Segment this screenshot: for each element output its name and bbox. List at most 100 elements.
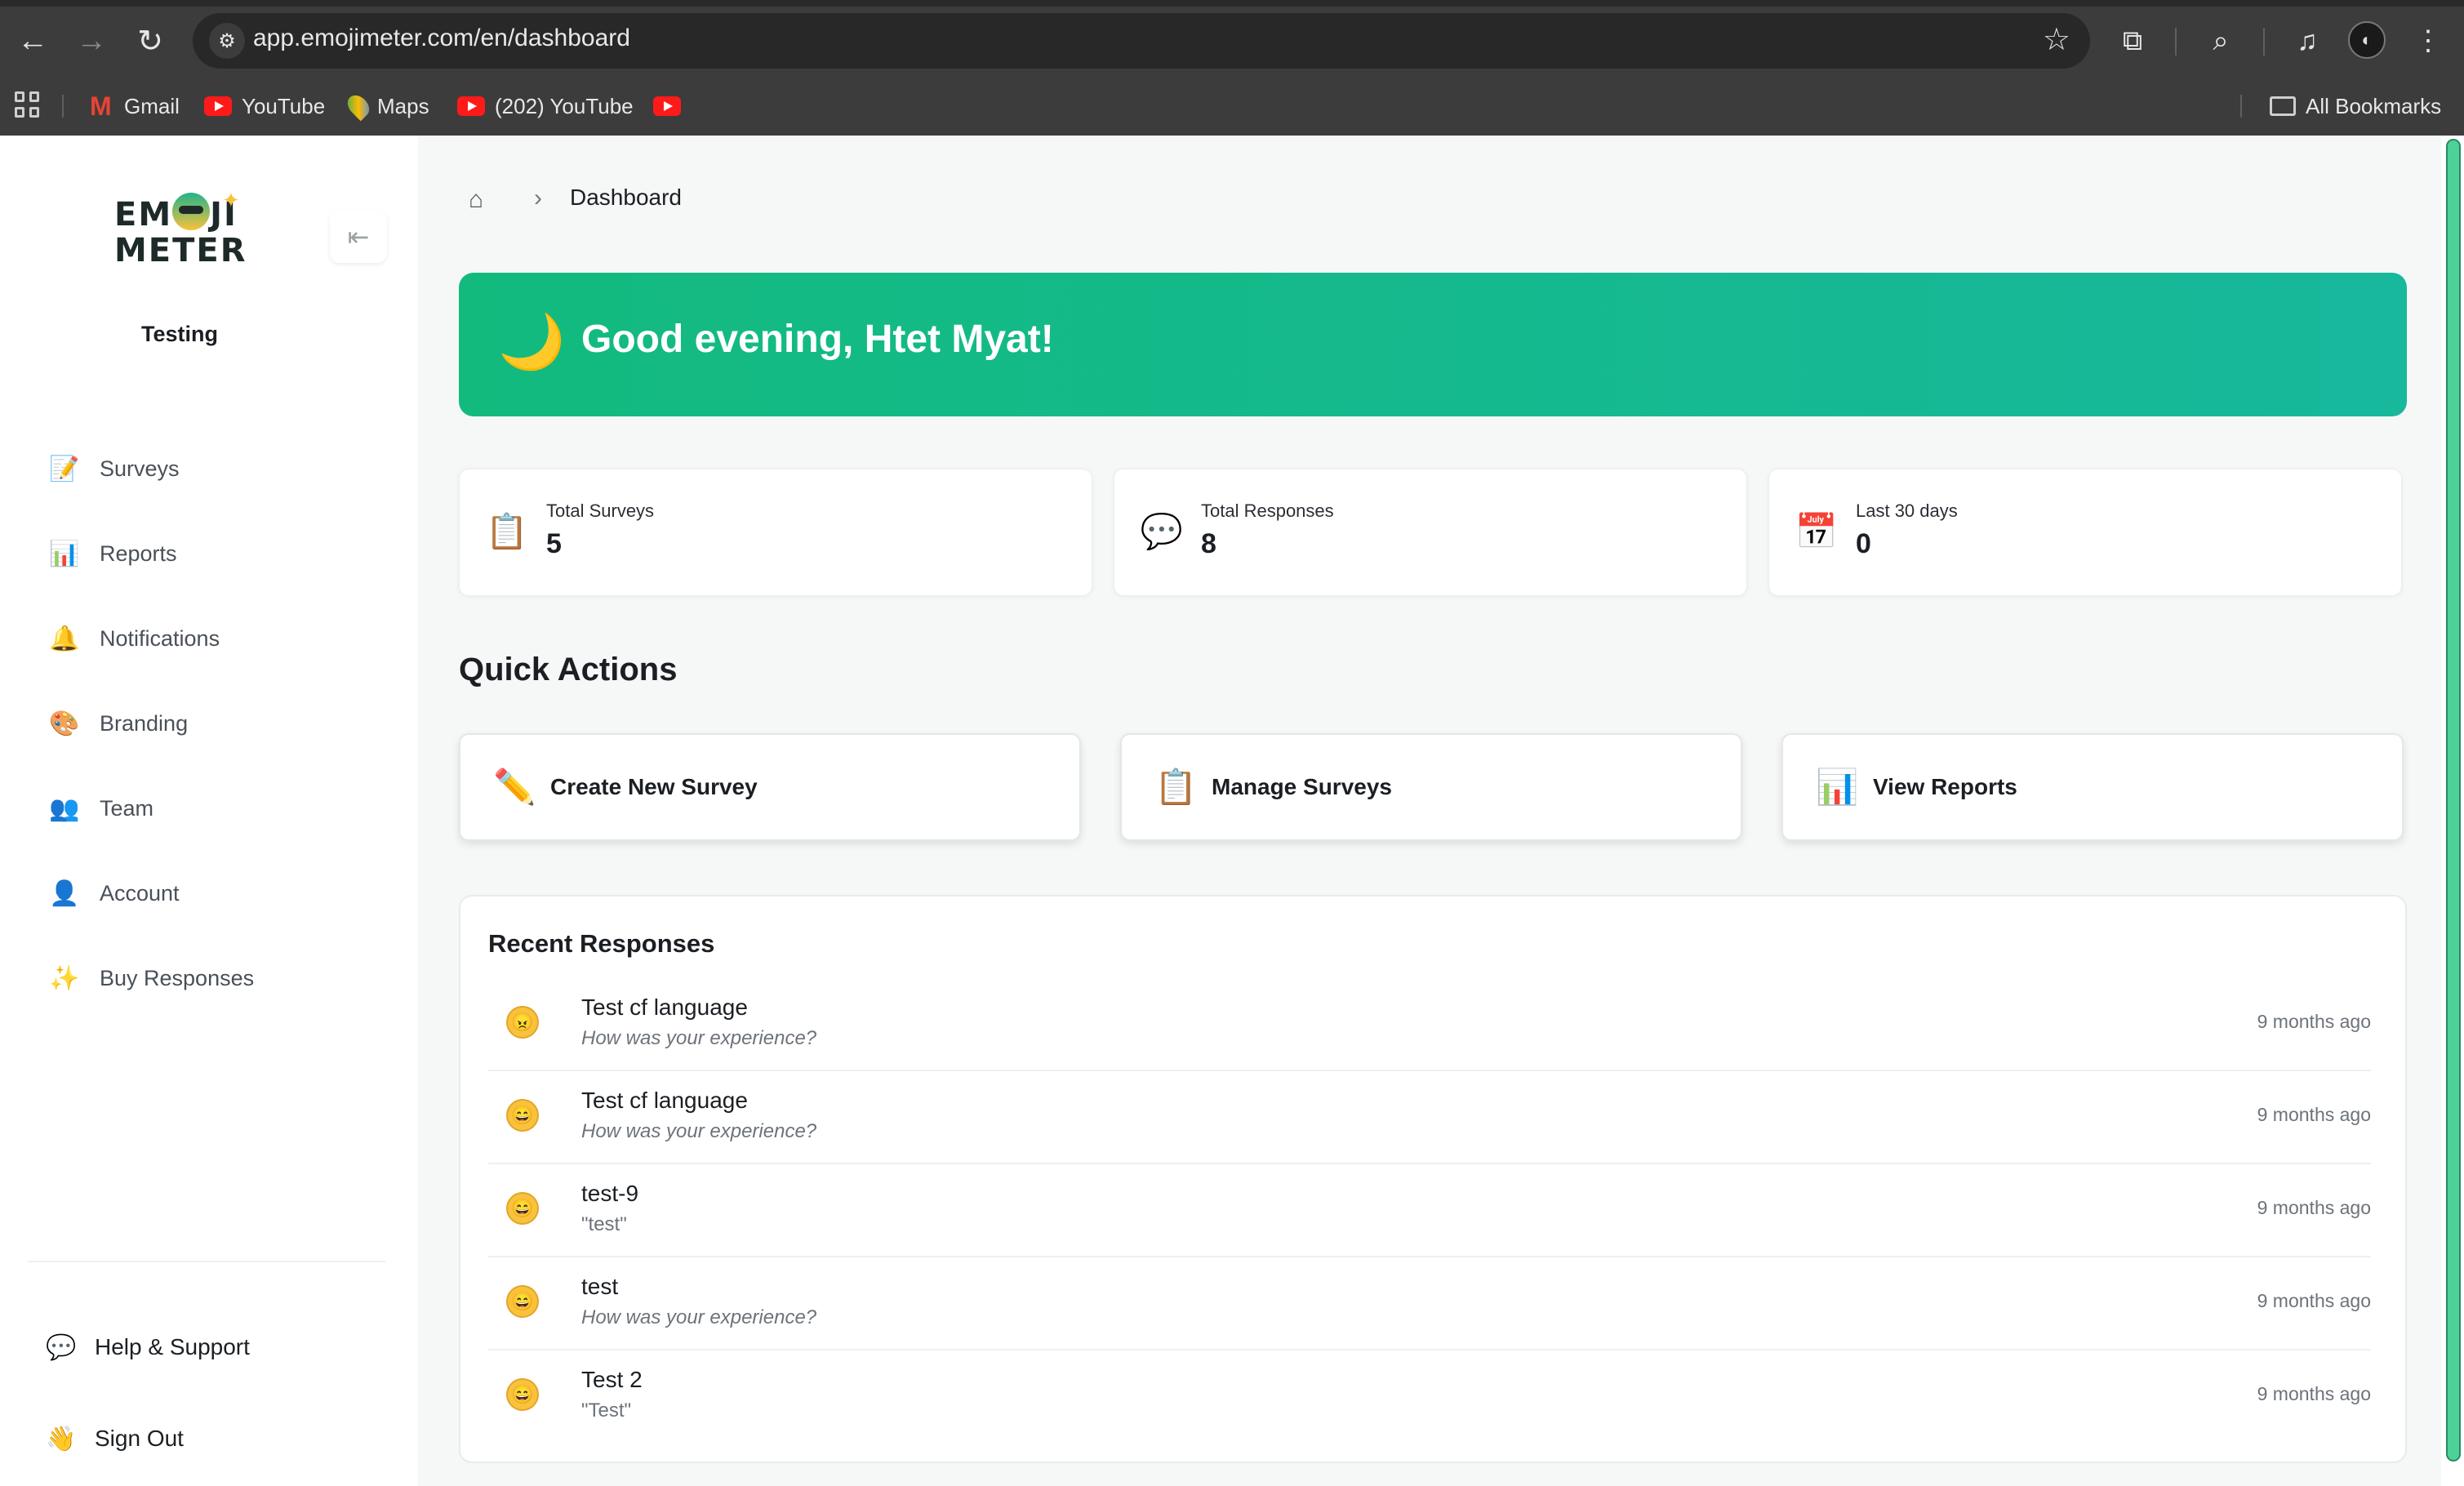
all-bookmarks-button[interactable]: All Bookmarks [2270,90,2441,122]
sidebar-item-label: Branding [100,710,189,736]
logo-bottom-line: METER [114,232,247,269]
profile-avatar[interactable]: ◐ [2348,21,2386,59]
sidebar-item-label: Account [100,880,180,905]
response-time: 9 months ago [2257,1290,2371,1311]
sidebar-item-account[interactable]: 👤 Account [49,869,180,918]
response-time: 9 months ago [2257,1104,2371,1125]
sidebar-item-label: Team [100,795,154,821]
response-row[interactable]: 😄 Test cf language How was your experien… [488,1071,2371,1164]
grinning-face-icon: 😄 [506,1285,539,1318]
more-menu-icon[interactable]: ⋮ [2407,20,2449,62]
user-icon: 👤 [49,879,80,907]
bookmark-youtube-202[interactable]: (202) YouTube [457,90,634,122]
sidebar-item-label: Reports [100,541,177,566]
grinning-face-icon: 😄 [506,1378,539,1411]
calendar-icon: 📅 [1795,511,1839,550]
waving-hand-icon: 👋 [46,1425,77,1453]
response-time: 9 months ago [2257,1383,2371,1404]
palette-icon: 🎨 [49,710,80,737]
toolbar-divider [2263,28,2265,56]
bar-chart-icon: 📊 [49,540,80,567]
main-content: ⌂ › Dashboard 🌙 Good evening, Htet Myat!… [418,136,2441,1486]
view-reports-button[interactable]: 📊 View Reports [1781,733,2404,841]
collapse-icon: ⇤ [347,222,370,251]
url-text[interactable]: app.emojimeter.com/en/dashboard [253,24,630,52]
bookmark-youtube-icon-only[interactable] [653,90,681,122]
stat-label: Total Responses [1201,501,1334,521]
response-row[interactable]: 😠 Test cf language How was your experien… [488,978,2371,1071]
reload-icon[interactable]: ↻ [129,20,171,62]
sidebar-item-surveys[interactable]: 📝 Surveys [49,444,180,493]
sparkle-icon: ✦ [222,188,240,212]
back-arrow-icon[interactable]: ← [11,20,54,62]
response-time: 9 months ago [2257,1197,2371,1218]
stat-label: Last 30 days [1856,501,1958,521]
help-support-link[interactable]: 💬 Help & Support [46,1323,250,1372]
create-new-survey-button[interactable]: ✏️ Create New Survey [459,733,1081,841]
grinning-face-icon: 😄 [506,1099,539,1132]
bookmark-label: YouTube [242,93,326,118]
site-settings-icon[interactable]: ⚙ [209,23,245,59]
youtube-icon [653,96,681,116]
quick-action-label: View Reports [1873,774,2017,799]
response-row[interactable]: 😄 test How was your experience? 9 months… [488,1257,2371,1350]
stat-value: 8 [1201,528,1216,559]
tab-strip [0,0,2464,7]
response-title: Test cf language [581,994,748,1020]
collapse-sidebar-button[interactable]: ⇤ [330,211,387,263]
greeting-text: Good evening, Htet Myat! [581,318,1054,361]
clipboard-icon: 📋 [1154,767,1198,806]
team-icon: 👥 [49,794,80,822]
sign-out-label: Sign Out [95,1426,184,1451]
bookmark-gmail[interactable]: Gmail [90,90,180,122]
bookmark-maps[interactable]: Maps [343,90,429,122]
sidebar-item-buy-responses[interactable]: ✨ Buy Responses [49,954,254,1003]
response-row[interactable]: 😄 test-9 "test" 9 months ago [488,1164,2371,1257]
sparkles-icon: ✨ [49,964,80,992]
manage-surveys-button[interactable]: 📋 Manage Surveys [1120,733,1742,841]
response-subtitle: How was your experience? [581,1306,817,1328]
apps-grid-icon[interactable] [15,91,41,118]
chevron-right-icon: › [534,185,542,211]
grinning-face-icon: 😄 [506,1192,539,1225]
quick-actions-title: Quick Actions [459,652,678,687]
forward-arrow-icon[interactable]: → [70,20,113,62]
sidebar-item-reports[interactable]: 📊 Reports [49,529,177,578]
memo-icon: 📝 [49,455,80,483]
stat-label: Total Surveys [546,501,655,521]
bookmark-star-icon[interactable]: ☆ [2043,21,2070,58]
stat-card-total-responses: 💬 Total Responses 8 [1114,469,1747,596]
help-support-label: Help & Support [95,1334,250,1359]
sidebar-item-label: Surveys [100,456,180,481]
youtube-icon [457,96,485,116]
response-subtitle: How was your experience? [581,1120,817,1142]
stat-card-total-surveys: 📋 Total Surveys 5 [459,469,1092,596]
address-bar[interactable]: ⚙ app.emojimeter.com/en/dashboard ☆ [193,13,2090,69]
organization-name: Testing [141,322,218,346]
lens-search-icon[interactable]: ⌕ [2199,20,2242,62]
gmail-icon [90,91,114,122]
sidebar-item-branding[interactable]: 🎨 Branding [49,699,188,748]
response-row[interactable]: 😄 Test 2 "Test" 9 months ago [488,1350,2371,1444]
scrollbar-thumb[interactable] [2446,139,2461,1462]
recent-responses-title: Recent Responses [488,929,715,958]
response-subtitle: "test" [581,1213,627,1235]
youtube-icon [204,96,232,116]
media-control-icon[interactable]: ♫ [2286,20,2328,62]
sidebar: EM JI METER ✦ ⇤ Testing 📝 Surveys 📊 Repor… [0,136,418,1486]
response-title: test [581,1274,619,1299]
pencil-icon: ✏️ [493,767,536,806]
angry-face-icon: 😠 [506,1006,539,1039]
sign-out-link[interactable]: 👋 Sign Out [46,1414,184,1463]
sidebar-item-notifications[interactable]: 🔔 Notifications [49,614,220,663]
sidebar-item-team[interactable]: 👥 Team [49,784,153,833]
logo-emoji-icon [172,193,211,230]
extensions-icon[interactable]: ⧉ [2111,20,2154,62]
home-icon[interactable]: ⌂ [469,186,483,214]
speech-bubble-icon: 💬 [46,1333,77,1361]
stat-card-last-30-days: 📅 Last 30 days 0 [1768,469,2402,596]
quick-action-label: Create New Survey [550,774,758,799]
bookmark-youtube[interactable]: YouTube [204,90,325,122]
speech-bubble-icon: 💬 [1140,511,1184,550]
sidebar-item-label: Notifications [100,625,220,651]
